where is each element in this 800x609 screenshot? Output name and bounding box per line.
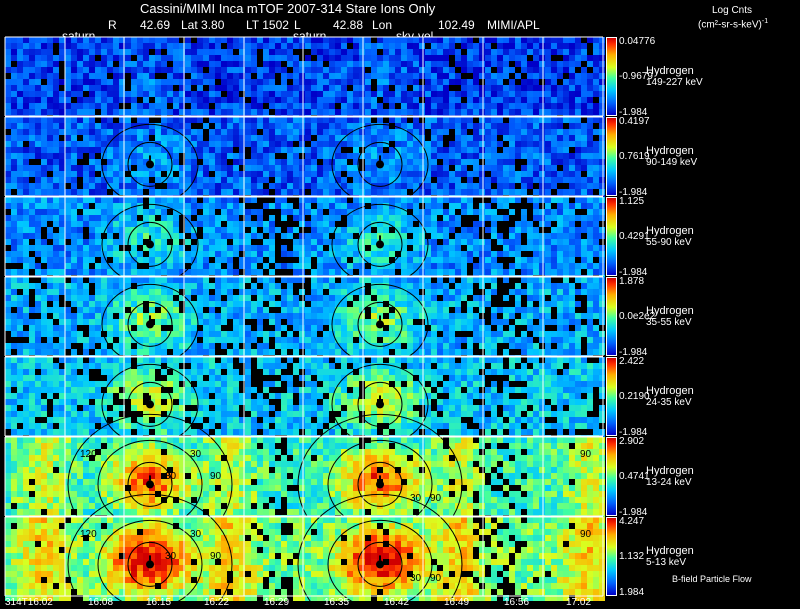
colorbar-max-3: 1.125 <box>619 196 645 207</box>
colorbar-1 <box>606 37 617 116</box>
saturn-marker <box>376 160 384 169</box>
species-label-5: Hydrogen 24-35 keV <box>646 385 694 409</box>
time-tick-label: 16:08 <box>88 597 114 608</box>
time-tick-label: 314T16:02 <box>5 597 53 608</box>
saturn-marker <box>376 240 384 249</box>
colorbar-4 <box>606 277 617 356</box>
colorbar-6 <box>606 437 617 516</box>
saturn-marker <box>376 560 384 569</box>
colorbar-mid-2: 0.7619 <box>619 151 650 162</box>
colorbar-2 <box>606 117 617 196</box>
bfield-particle-flow-label: B-field Particle Flow <box>672 574 752 584</box>
energy-range: 55-90 keV <box>646 237 692 248</box>
panel-5 <box>4 356 605 445</box>
colorbar-max-4: 1.878 <box>619 276 645 287</box>
colorbar-max-2: 0.4197 <box>619 116 650 127</box>
species-name: Hydrogen <box>646 65 694 77</box>
energy-range: 5-13 keV <box>646 557 687 568</box>
species-name: Hydrogen <box>646 305 694 317</box>
colorbar-min-7: 1.984 <box>619 587 645 598</box>
saturn-marker <box>376 400 384 409</box>
panel-2 <box>4 116 605 205</box>
energy-range: 13-24 keV <box>646 477 692 488</box>
saturn-marker <box>146 560 154 569</box>
time-tick-label: 16:35 <box>324 597 350 608</box>
colorbar-max-7: 4.247 <box>619 516 645 527</box>
saturn-marker <box>146 400 154 409</box>
time-tick-label: 16:42 <box>384 597 410 608</box>
panel-3 <box>4 196 605 285</box>
colorbar-3 <box>606 197 617 276</box>
colorbar-mid-3: 0.4291 <box>619 231 650 242</box>
saturn-marker <box>376 480 384 489</box>
colorbar-max-5: 2.422 <box>619 356 645 367</box>
species-label-6: Hydrogen 13-24 keV <box>646 465 694 489</box>
saturn-marker <box>376 320 384 329</box>
colorbar-mid-7: 1.132 <box>619 551 645 562</box>
energy-range: 35-55 keV <box>646 317 692 328</box>
time-tick-label: 16:56 <box>504 597 530 608</box>
panel-4 <box>4 276 605 365</box>
saturn-marker <box>146 160 154 169</box>
colorbar-mid-6: 0.4741 <box>619 471 650 482</box>
species-name: Hydrogen <box>646 225 694 237</box>
time-tick-label: 16:49 <box>444 597 470 608</box>
energy-range: 149-227 keV <box>646 77 703 88</box>
time-tick-label: 16:15 <box>146 597 172 608</box>
colorbar-max-1: 0.04776 <box>619 36 656 47</box>
time-tick-label: 16:22 <box>204 597 230 608</box>
colorbar-max-6: 2.902 <box>619 436 645 447</box>
energy-range: 90-149 keV <box>646 157 698 168</box>
colorbar-mid-5: 0.2190 <box>619 391 650 402</box>
species-name: Hydrogen <box>646 145 694 157</box>
time-tick-label: 16:29 <box>264 597 290 608</box>
species-label-4: Hydrogen 35-55 keV <box>646 305 694 329</box>
panel-1 <box>4 36 605 121</box>
time-tick-label: 17:02 <box>566 597 592 608</box>
species-name: Hydrogen <box>646 545 694 557</box>
energy-range: 24-35 keV <box>646 397 692 408</box>
species-label-2: Hydrogen 90-149 keV <box>646 145 697 169</box>
species-name: Hydrogen <box>646 465 694 477</box>
species-name: Hydrogen <box>646 385 694 397</box>
species-label-7: Hydrogen 5-13 keV <box>646 545 694 569</box>
saturn-marker <box>146 320 154 329</box>
colorbar-5 <box>606 357 617 436</box>
species-label-1: Hydrogen 149-227 keV <box>646 65 703 89</box>
saturn-marker <box>146 240 154 249</box>
saturn-marker <box>146 480 154 489</box>
species-label-3: Hydrogen 55-90 keV <box>646 225 694 249</box>
colorbar-7 <box>606 517 617 596</box>
